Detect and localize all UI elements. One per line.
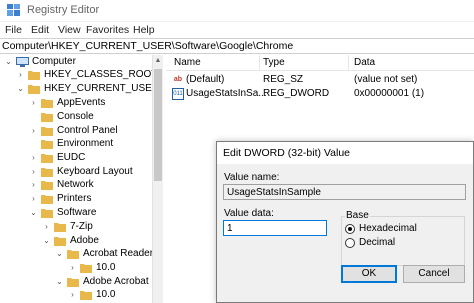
header-divider [166, 70, 474, 71]
chevron-right-icon[interactable]: › [29, 152, 38, 164]
value-name-label: Value name: [224, 172, 280, 183]
value-name-field[interactable] [223, 184, 466, 200]
scroll-thumb[interactable] [154, 69, 162, 181]
chevron-down-icon[interactable]: ⌄ [16, 83, 25, 95]
cancel-button[interactable]: Cancel [403, 265, 465, 283]
radio-label: Hexadecimal [359, 223, 417, 234]
column-header-data[interactable]: Data [354, 57, 375, 68]
folder-open-icon [67, 278, 79, 287]
folder-icon [41, 181, 53, 190]
string-value-icon: ab [173, 76, 183, 83]
dialog-title-bar: Edit DWORD (32-bit) Value [217, 142, 473, 164]
base-label: Base [345, 210, 370, 221]
title-bar: Registry Editor [0, 0, 474, 22]
tree-label: 7-Zip [70, 221, 93, 232]
value-name: UsageStatsInSa... [186, 88, 267, 99]
folder-icon [54, 223, 66, 232]
chevron-down-icon[interactable]: ⌄ [4, 56, 13, 68]
column-header-name[interactable]: Name [174, 57, 201, 68]
tree-label: Keyboard Layout [57, 166, 133, 177]
value-type: REG_DWORD [263, 88, 330, 99]
computer-icon [16, 57, 29, 67]
folder-icon [41, 154, 53, 163]
value-data: (value not set) [354, 74, 418, 85]
tree-label: Printers [57, 193, 92, 204]
scroll-up-icon[interactable]: ▲ [153, 57, 163, 64]
radio-button[interactable] [345, 224, 355, 234]
tree-label: Environment [57, 138, 114, 149]
registry-editor-icon [7, 4, 20, 16]
value-data-field[interactable] [223, 220, 327, 236]
tree-label: Acrobat Reader [83, 248, 154, 259]
chevron-right-icon[interactable]: › [16, 69, 25, 81]
tree-label: Adobe [70, 235, 99, 246]
tree-label: Network [57, 179, 94, 190]
tree-scrollbar[interactable]: ▲ [152, 55, 163, 303]
tree-label: 10.0 [96, 289, 116, 300]
chevron-down-icon[interactable]: ⌄ [55, 276, 64, 288]
radio-label: Decimal [359, 237, 396, 248]
folder-icon [41, 99, 53, 108]
column-header-type[interactable]: Type [263, 57, 285, 68]
tree-label: Software [57, 207, 97, 218]
tree-label: Control Panel [57, 125, 118, 136]
folder-icon [41, 195, 53, 204]
address-bar[interactable]: Computer\HKEY_CURRENT_USER\Software\Goog… [0, 38, 474, 54]
folder-open-icon [67, 250, 79, 259]
ok-button[interactable]: OK [341, 265, 397, 283]
tree-label: HKEY_CLASSES_ROOT [44, 69, 158, 80]
tree-label: EUDC [57, 152, 86, 163]
folder-icon [41, 127, 53, 136]
value-row[interactable]: ab (Default) REG_SZ (value not set) [166, 74, 474, 87]
menu-edit[interactable]: Edit [31, 24, 49, 36]
chevron-right-icon[interactable]: › [29, 179, 38, 191]
chevron-right-icon[interactable]: › [29, 166, 38, 178]
chevron-right-icon[interactable]: › [42, 221, 51, 233]
tree-label: 10.0 [96, 262, 116, 273]
tree-label: Computer [32, 56, 76, 67]
folder-open-icon [54, 237, 66, 246]
folder-open-icon [28, 85, 40, 94]
radio-button[interactable] [345, 238, 355, 248]
chevron-right-icon[interactable]: › [29, 97, 38, 109]
chevron-right-icon[interactable]: › [29, 193, 38, 205]
folder-icon [80, 264, 92, 273]
menu-favorites[interactable]: Favorites [86, 24, 129, 36]
chevron-right-icon[interactable]: › [29, 125, 38, 137]
column-divider[interactable] [259, 55, 260, 70]
chevron-down-icon[interactable]: ⌄ [42, 235, 51, 247]
column-divider[interactable] [348, 55, 349, 70]
binary-value-icon: 011 [172, 88, 184, 100]
folder-icon [41, 113, 53, 122]
menu-file[interactable]: File [5, 24, 22, 36]
folder-icon [41, 168, 53, 177]
chevron-down-icon[interactable]: ⌄ [55, 248, 64, 260]
chevron-right-icon[interactable]: › [68, 262, 77, 274]
menu-help[interactable]: Help [133, 24, 155, 36]
key-tree: ⌄ Computer › HKEY_CLASSES_ROOT ⌄ HKEY_CU… [0, 55, 163, 303]
tree-label: Console [57, 111, 94, 122]
menu-bar: File Edit View Favorites Help [0, 22, 474, 38]
dialog-title: Edit DWORD (32-bit) Value [223, 147, 351, 159]
edit-dword-dialog: Edit DWORD (32-bit) Value Value name: Va… [216, 141, 474, 303]
value-row[interactable]: 011 UsageStatsInSa... REG_DWORD 0x000000… [166, 88, 474, 101]
tree-label: HKEY_CURRENT_USER [44, 83, 160, 94]
value-name: (Default) [186, 74, 225, 85]
tree-label: Adobe Acrobat [83, 276, 149, 287]
value-data-label: Value data: [224, 208, 274, 219]
folder-icon [28, 71, 40, 80]
tree-label: AppEvents [57, 97, 106, 108]
folder-icon [41, 140, 53, 149]
folder-icon [80, 291, 92, 300]
folder-open-icon [41, 209, 53, 218]
address-path[interactable]: Computer\HKEY_CURRENT_USER\Software\Goog… [2, 40, 293, 52]
chevron-down-icon[interactable]: ⌄ [29, 207, 38, 219]
value-type: REG_SZ [263, 74, 304, 85]
value-data: 0x00000001 (1) [354, 88, 425, 99]
menu-view[interactable]: View [58, 24, 81, 36]
chevron-right-icon[interactable]: › [68, 289, 77, 301]
window-title: Registry Editor [27, 4, 100, 16]
